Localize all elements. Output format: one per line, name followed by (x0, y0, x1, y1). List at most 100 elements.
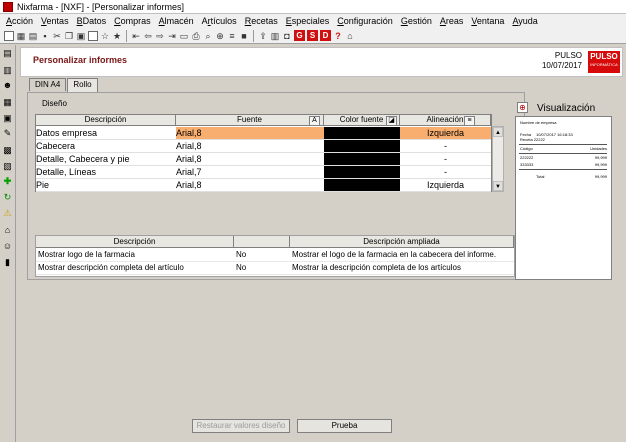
menu-especiales[interactable]: Especiales (282, 16, 334, 26)
cell-alineacion[interactable]: - (400, 140, 491, 153)
cell-color-swatch[interactable] (324, 140, 400, 153)
find-icon[interactable]: ⌕ (203, 31, 213, 41)
cell-alineacion[interactable]: Izquierda (400, 179, 491, 192)
table-row[interactable]: Detalle, Líneas Arial,7 - (36, 166, 491, 179)
paste-icon[interactable]: ▣ (76, 31, 86, 41)
star-outline-icon[interactable]: ☆ (100, 31, 110, 41)
sales-icon[interactable]: ▤ (2, 48, 13, 58)
tab-din-a4[interactable]: DIN A4 (29, 78, 67, 91)
database-icon[interactable]: ▥ (2, 65, 13, 75)
blank-icon[interactable] (88, 30, 98, 41)
cell-alineacion[interactable]: - (400, 166, 491, 179)
logo-subtext: INFORMÁTICA (590, 62, 618, 67)
main-content: Personalizar informes PULSO 10/07/2017 P… (17, 45, 626, 442)
menu-bar: Acción Ventas BDatos Compras Almacén Art… (0, 14, 626, 28)
s-button-icon[interactable]: S (307, 30, 318, 41)
print-icon[interactable]: ⎙ (191, 31, 201, 41)
calculator-icon[interactable]: ▥ (270, 31, 280, 41)
cell-fuente[interactable]: Arial,7 (176, 166, 324, 179)
save-icon[interactable]: ▪ (40, 31, 50, 41)
design-grid-scrollbar[interactable]: ▲ ▼ (492, 126, 504, 192)
orders-icon[interactable]: ▦ (2, 97, 13, 107)
articles-icon[interactable]: ▩ (2, 145, 13, 155)
table-row[interactable]: Cabecera Arial,8 - (36, 140, 491, 153)
table-row[interactable]: Datos empresa Arial,8 Izquierda (36, 127, 491, 140)
grid-icon[interactable]: ▦ (16, 31, 26, 41)
new-document-icon[interactable] (4, 30, 14, 41)
inventory-icon[interactable]: ▣ (2, 113, 13, 123)
previous-record-icon[interactable]: ⇦ (143, 31, 153, 41)
cell-color-swatch[interactable] (324, 153, 400, 166)
table-row[interactable]: Pie Arial,8 Izquierda (36, 179, 491, 192)
cell-fuente[interactable]: Arial,8 (176, 179, 324, 192)
cell-descripcion: Datos empresa (36, 127, 176, 140)
toolbar-separator (253, 29, 254, 42)
pharmacy-cross-icon[interactable]: ✚ (2, 176, 13, 186)
cell-valor[interactable]: No (234, 249, 290, 262)
preview-zoom-icon[interactable]: ⊕ (517, 102, 528, 113)
zoom-icon[interactable]: ⊕ (215, 31, 225, 41)
menu-articulos[interactable]: Artículos (198, 16, 241, 26)
house-icon[interactable]: ⌂ (2, 225, 13, 235)
preview-total-label: Total (536, 174, 545, 179)
export-icon[interactable]: ⇪ (258, 31, 268, 41)
table-row[interactable]: Detalle, Cabecera y pie Arial,8 - (36, 153, 491, 166)
cell-color-swatch[interactable] (324, 179, 400, 192)
menu-ventana[interactable]: Ventana (467, 16, 508, 26)
g-button-icon[interactable]: G (294, 30, 305, 41)
star-icon[interactable]: ★ (112, 31, 122, 41)
align-picker-icon[interactable]: ≡ (464, 116, 475, 126)
lock-icon[interactable]: ◘ (282, 31, 292, 41)
window-title: Nixfarma - [NXF] - [Personalizar informe… (17, 1, 185, 12)
stop-icon[interactable]: ■ (239, 31, 249, 41)
menu-ayuda[interactable]: Ayuda (508, 16, 541, 26)
delete-icon[interactable]: ▭ (179, 31, 189, 41)
cell-fuente[interactable]: Arial,8 (176, 153, 324, 166)
pencil-icon[interactable]: ✎ (2, 128, 13, 138)
scroll-down-icon[interactable]: ▼ (493, 181, 503, 191)
help-icon[interactable]: ? (333, 31, 343, 41)
home-icon[interactable]: ⌂ (345, 31, 355, 41)
cell-fuente[interactable]: Arial,8 (176, 127, 324, 140)
menu-ventas[interactable]: Ventas (37, 16, 73, 26)
first-record-icon[interactable]: ⇤ (131, 31, 141, 41)
cut-icon[interactable]: ✂ (52, 31, 62, 41)
test-button[interactable]: Prueba (297, 419, 392, 433)
users-icon[interactable]: ☺ (2, 241, 13, 251)
cell-color-swatch[interactable] (324, 166, 400, 179)
d-button-icon[interactable]: D (320, 30, 331, 41)
open-folder-icon[interactable]: ▤ (28, 31, 38, 41)
menu-almacen[interactable]: Almacén (155, 16, 198, 26)
next-record-icon[interactable]: ⇨ (155, 31, 165, 41)
copy-icon[interactable]: ❐ (64, 31, 74, 41)
design-group-label: Diseño (40, 99, 69, 108)
preview-receta: Receta 22222 (520, 137, 545, 142)
warning-icon[interactable]: ⚠ (2, 208, 13, 218)
menu-areas[interactable]: Areas (436, 16, 468, 26)
building-icon[interactable]: ▮ (2, 257, 13, 267)
menu-compras[interactable]: Compras (110, 16, 155, 26)
tab-rollo[interactable]: Rollo (67, 78, 98, 92)
refresh-icon[interactable]: ↻ (2, 192, 13, 202)
cell-valor[interactable]: No (234, 262, 290, 275)
prescriptions-icon[interactable]: ▧ (2, 161, 13, 171)
menu-accion[interactable]: Acción (2, 16, 37, 26)
cell-ampliada: Mostrar el logo de la farmacia en la cab… (290, 249, 514, 262)
cell-fuente[interactable]: Arial,8 (176, 140, 324, 153)
client-icon[interactable]: ☻ (2, 80, 13, 90)
last-record-icon[interactable]: ⇥ (167, 31, 177, 41)
menu-configuracion[interactable]: Configuración (333, 16, 397, 26)
preview-row-code: 222222 (520, 155, 534, 160)
menu-recetas[interactable]: Recetas (241, 16, 282, 26)
scroll-up-icon[interactable]: ▲ (493, 127, 503, 137)
list-icon[interactable]: ≡ (227, 31, 237, 41)
left-sidebar: ▤ ▥ ☻ ▦ ▣ ✎ ▩ ▧ ✚ ↻ ⚠ ⌂ ☺ ▮ (0, 45, 16, 442)
color-picker-icon[interactable]: ◪ (386, 116, 397, 126)
cell-alineacion[interactable]: - (400, 153, 491, 166)
cell-alineacion[interactable]: Izquierda (400, 127, 491, 140)
font-picker-icon[interactable]: A (309, 116, 320, 126)
restore-design-button[interactable]: Restaurar valores diseño (192, 419, 290, 433)
menu-gestion[interactable]: Gestión (397, 16, 436, 26)
cell-color-swatch[interactable] (324, 127, 400, 140)
menu-bdatos[interactable]: BDatos (73, 16, 111, 26)
